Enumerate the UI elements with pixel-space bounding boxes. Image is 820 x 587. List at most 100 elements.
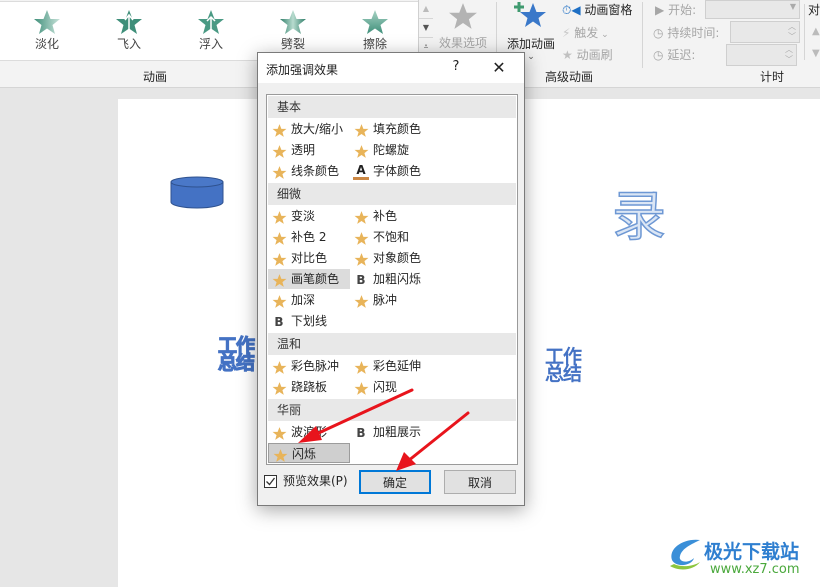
star-icon: [271, 230, 287, 246]
dialog-title: 添加强调效果: [266, 63, 339, 77]
star-icon: [272, 447, 288, 463]
effect-item[interactable]: B 下划线: [268, 311, 350, 331]
checkmark-icon: [266, 477, 276, 486]
star-icon: [353, 380, 369, 396]
slide-text-left[interactable]: 工作总结: [218, 336, 258, 373]
delay-spinner[interactable]: ︿ ﹀: [726, 44, 797, 66]
clock-icon: ◷: [653, 48, 664, 62]
effect-item[interactable]: A 字体颜色: [350, 161, 432, 181]
gallery-item-split[interactable]: 劈裂: [258, 6, 328, 58]
star-icon: [271, 293, 287, 309]
star-icon: [271, 380, 287, 396]
wipe-star-icon: [362, 10, 388, 34]
bold-icon: B: [274, 314, 284, 329]
star-icon: [271, 359, 287, 375]
effect-list[interactable]: 基本 放大/缩小 填充颜色 透明 陀螺旋 线条颜色 A 字体颜色 细微 变淡 补色…: [266, 94, 518, 465]
effect-item[interactable]: 加深: [268, 290, 350, 310]
start-label: ▶ 开始:: [655, 3, 697, 17]
effect-item-selected[interactable]: 闪烁: [268, 443, 350, 463]
bold-icon: B: [356, 272, 366, 287]
effect-item[interactable]: 对象颜色: [350, 248, 432, 268]
group-label-timing: 计时: [760, 70, 785, 84]
category-header: 基本: [268, 96, 516, 118]
effect-item[interactable]: 陀螺旋: [350, 140, 432, 160]
help-button[interactable]: ?: [446, 59, 466, 79]
cancel-button[interactable]: 取消: [444, 470, 516, 494]
category-header: 温和: [268, 333, 516, 355]
effect-item[interactable]: 补色: [350, 206, 432, 226]
effect-item[interactable]: 填充颜色: [350, 119, 432, 139]
effect-item[interactable]: 波浪形: [268, 422, 350, 442]
effect-item[interactable]: 闪现: [350, 377, 432, 397]
slide-text-big[interactable]: 录: [611, 186, 667, 248]
star-icon: [449, 3, 477, 29]
fade-star-icon: [34, 10, 60, 34]
move-earlier-icon[interactable]: ▲: [812, 26, 820, 37]
effect-item[interactable]: 对比色: [268, 248, 350, 268]
group-label-animation: 动画: [143, 70, 168, 84]
effect-item[interactable]: 补色 2: [268, 227, 350, 247]
gallery-scroll-up-button[interactable]: ▲: [419, 0, 433, 19]
star-icon: [271, 209, 287, 225]
trigger-button[interactable]: ⚡ 触发 ⌄: [562, 24, 609, 41]
effect-options-button[interactable]: 效果选项: [436, 2, 490, 51]
effect-item[interactable]: B 加粗展示: [350, 422, 432, 442]
effect-item[interactable]: 彩色延伸: [350, 356, 432, 376]
animation-pane-button[interactable]: ⏱◀ 动画窗格: [562, 1, 632, 18]
star-icon: [271, 143, 287, 159]
effect-item[interactable]: 脉冲: [350, 290, 432, 310]
category-header: 细微: [268, 183, 516, 205]
gallery-scroll-down-button[interactable]: ▼: [419, 19, 433, 38]
gallery-item-fly-in[interactable]: 飞入: [94, 6, 164, 58]
effect-item[interactable]: 不饱和: [350, 227, 432, 247]
font-color-icon: A: [353, 164, 369, 180]
watermark: 极光下载站 www.xz7.com: [664, 532, 814, 582]
move-later-icon[interactable]: ▼: [812, 48, 820, 59]
add-star-icon: [514, 2, 546, 27]
star-icon: [353, 359, 369, 375]
animation-pane-icon: ⏱◀: [562, 3, 581, 17]
play-icon: ▶: [655, 3, 665, 17]
duration-label: ◷ 持续时间:: [653, 26, 720, 40]
effect-item[interactable]: 放大/缩小: [268, 119, 350, 139]
effect-item[interactable]: 透明: [268, 140, 350, 160]
float-in-star-icon: [198, 10, 224, 34]
clock-icon: ◷: [653, 26, 664, 40]
effect-item[interactable]: 线条颜色: [268, 161, 350, 181]
checkbox[interactable]: [264, 475, 277, 488]
star-icon: [271, 272, 287, 288]
effect-item[interactable]: B 加粗闪烁: [350, 269, 432, 289]
effect-item[interactable]: 彩色脉冲: [268, 356, 350, 376]
bold-icon: B: [356, 425, 366, 440]
star-icon: [353, 143, 369, 159]
star-icon: [353, 122, 369, 138]
duration-spinner[interactable]: ︿ ﹀: [730, 21, 800, 43]
dialog-title-bar[interactable]: 添加强调效果 ? ✕: [258, 53, 524, 83]
gallery-item-wipe[interactable]: 擦除: [340, 6, 410, 58]
category-header: 华丽: [268, 399, 516, 421]
star-icon: [271, 122, 287, 138]
animation-painter-button[interactable]: ★ 动画刷: [562, 46, 613, 63]
star-icon: [353, 293, 369, 309]
start-dropdown[interactable]: ▼: [705, 0, 800, 19]
star-icon: [353, 251, 369, 267]
watermark-logo-icon: [670, 539, 700, 570]
gallery-item-fade[interactable]: 淡化: [12, 6, 82, 58]
cylinder-shape[interactable]: [170, 176, 224, 210]
gallery-item-float-in[interactable]: 浮入: [176, 6, 246, 58]
slide-text-right[interactable]: 工作总结: [545, 348, 587, 384]
ok-button[interactable]: 确定: [359, 470, 431, 494]
delay-label: ◷ 延迟:: [653, 48, 696, 62]
star-icon: [353, 230, 369, 246]
star-icon: [271, 251, 287, 267]
close-button[interactable]: ✕: [488, 58, 510, 80]
group-label-advanced: 高级动画: [545, 70, 594, 84]
star-icon: [271, 425, 287, 441]
effect-item[interactable]: 跷跷板: [268, 377, 350, 397]
fly-in-star-icon: [116, 10, 142, 34]
effect-item-hovered[interactable]: 画笔颜色: [268, 269, 350, 289]
preview-effect-checkbox[interactable]: 预览效果(P): [264, 472, 348, 490]
lightning-icon: ⚡: [562, 26, 571, 40]
add-emphasis-effect-dialog: 添加强调效果 ? ✕ 基本 放大/缩小 填充颜色 透明 陀螺旋 线条颜色 A 字体…: [257, 52, 525, 506]
effect-item[interactable]: 变淡: [268, 206, 350, 226]
